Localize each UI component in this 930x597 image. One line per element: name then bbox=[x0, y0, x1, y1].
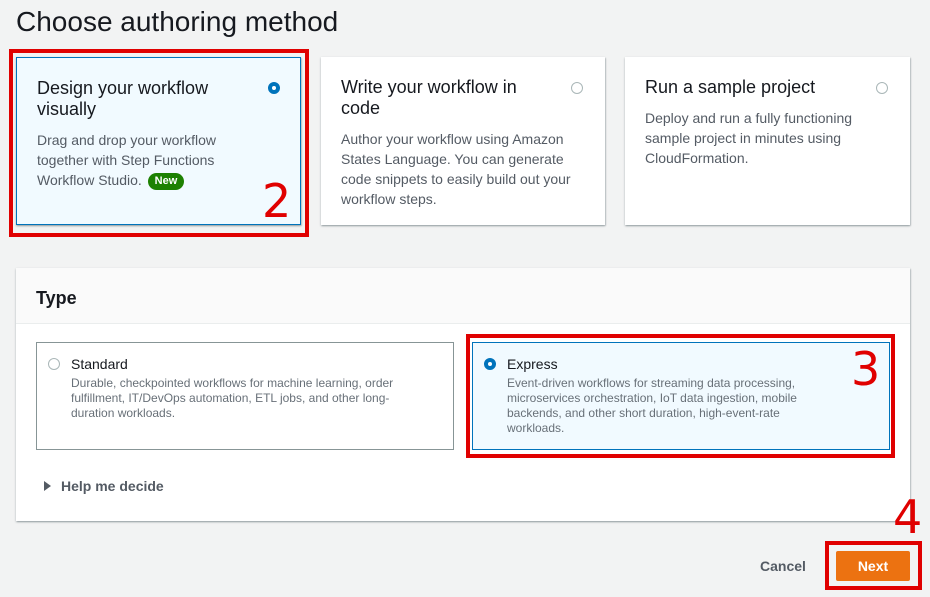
type-option-label: Standard bbox=[71, 356, 128, 372]
method-title: Write your workflow in code bbox=[341, 77, 517, 118]
method-title: Run a sample project bbox=[645, 77, 816, 97]
help-label: Help me decide bbox=[61, 478, 164, 494]
method-description: Author your workflow using Amazon States… bbox=[341, 131, 571, 207]
type-option-standard[interactable]: Standard Durable, checkpointed workflows… bbox=[36, 342, 454, 450]
help-me-decide-toggle[interactable]: Help me decide bbox=[44, 478, 164, 494]
cancel-button[interactable]: Cancel bbox=[748, 556, 818, 576]
annotation-number-step4: 4 bbox=[893, 490, 923, 544]
method-radio-code[interactable] bbox=[571, 82, 583, 94]
annotation-number-step3: 3 bbox=[851, 342, 881, 396]
method-card-code[interactable]: Write your workflow in code Author your … bbox=[321, 57, 605, 225]
type-option-description: Durable, checkpointed workflows for mach… bbox=[71, 376, 394, 420]
annotation-box-step3 bbox=[466, 334, 895, 458]
annotation-number-step2: 2 bbox=[262, 174, 292, 228]
method-description: Deploy and run a fully functioning sampl… bbox=[645, 110, 853, 166]
page-title: Choose authoring method bbox=[16, 6, 339, 37]
type-header: Type bbox=[16, 268, 910, 324]
type-title: Type bbox=[36, 288, 77, 308]
annotation-box-step4 bbox=[825, 541, 922, 590]
type-radio-standard[interactable] bbox=[48, 358, 60, 370]
caret-right-icon bbox=[44, 481, 51, 491]
method-radio-sample[interactable] bbox=[876, 82, 888, 94]
method-card-sample[interactable]: Run a sample project Deploy and run a fu… bbox=[625, 57, 910, 225]
